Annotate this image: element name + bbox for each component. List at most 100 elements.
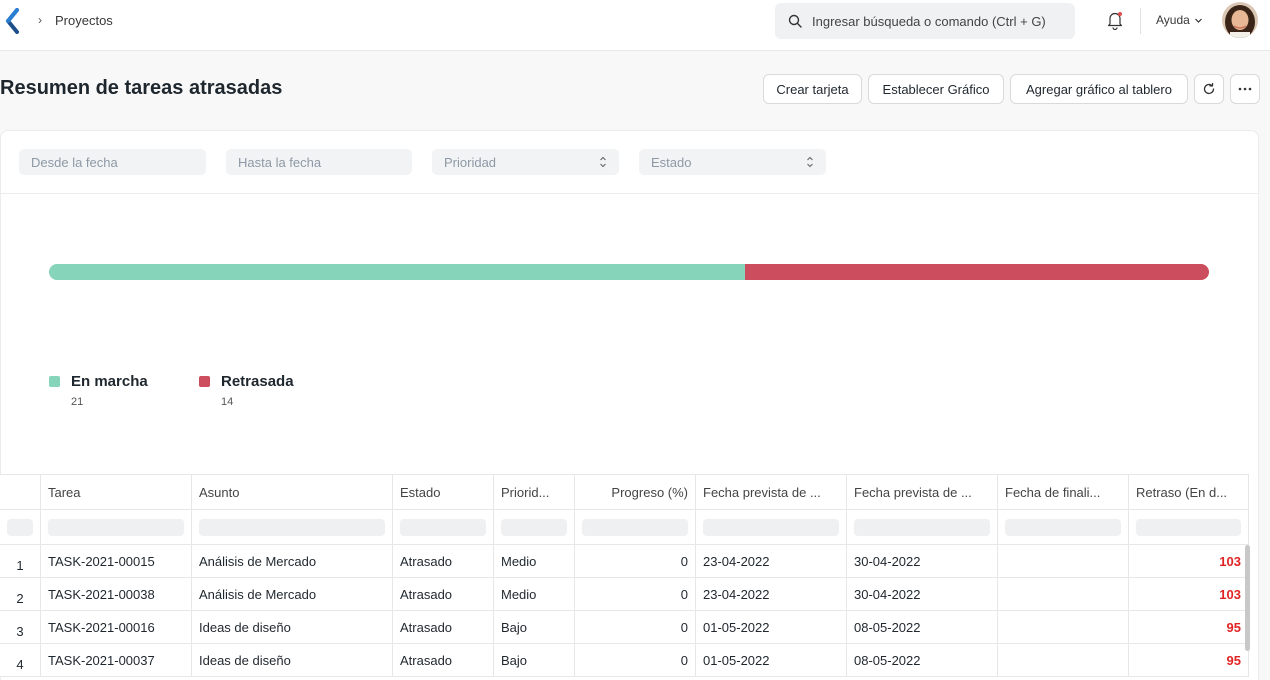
cell-subject[interactable]: Análisis de Mercado [192,545,393,577]
breadcrumb-proyectos[interactable]: Proyectos [55,13,113,28]
column-filter-input[interactable] [501,518,567,536]
column-header-completed-on[interactable]: Fecha de finali... [998,475,1129,509]
cell-priority[interactable]: Medio [494,545,575,577]
cell-priority[interactable]: Bajo [494,644,575,676]
cell-expected-start[interactable]: 01-05-2022 [696,611,847,643]
create-card-button[interactable]: Crear tarjeta [763,74,862,104]
filter-cell-row-index [0,510,41,544]
column-header-row-index [0,475,41,509]
to-date-filter[interactable]: Hasta la fecha [226,149,412,175]
cell-progress[interactable]: 0 [575,611,696,643]
cell-status[interactable]: Atrasado [393,578,494,610]
cell-status[interactable]: Atrasado [393,545,494,577]
cell-completed-on[interactable] [998,545,1129,577]
cell-expected-end[interactable]: 30-04-2022 [847,545,998,577]
cell-row-index[interactable]: 2 [0,578,41,610]
cell-priority[interactable]: Bajo [494,611,575,643]
cell-priority[interactable]: Medio [494,578,575,610]
column-header-task[interactable]: Tarea [41,475,192,509]
bar-segment-retrasada[interactable] [745,264,1209,280]
cell-task[interactable]: TASK-2021-00016 [41,611,192,643]
cell-task[interactable]: TASK-2021-00038 [41,578,192,610]
cell-delay[interactable]: 95 [1129,611,1249,643]
table-row: 4 TASK-2021-00037 Ideas de diseño Atrasado B… [0,644,1249,677]
page-title: Resumen de tareas atrasadas [0,77,283,99]
cell-completed-on[interactable] [998,611,1129,643]
cell-expected-start[interactable]: 01-05-2022 [696,644,847,676]
set-chart-button[interactable]: Establecer Gráfico [868,74,1004,104]
column-header-expected-end[interactable]: Fecha prevista de ... [847,475,998,509]
cell-delay[interactable]: 103 [1129,545,1249,577]
help-dropdown[interactable]: Ayuda [1156,13,1203,27]
column-header-expected-start[interactable]: Fecha prevista de ... [696,475,847,509]
more-options-button[interactable] [1230,74,1260,104]
cell-expected-start[interactable]: 23-04-2022 [696,578,847,610]
cell-delay[interactable]: 103 [1129,578,1249,610]
cell-status[interactable]: Atrasado [393,611,494,643]
cell-completed-on[interactable] [998,644,1129,676]
cell-progress[interactable]: 0 [575,578,696,610]
from-date-filter[interactable]: Desde la fecha [19,149,206,175]
column-filter-input[interactable] [1005,518,1121,536]
priority-filter[interactable]: Prioridad [432,149,619,175]
chevron-down-icon [1194,18,1202,24]
filter-cell-status [393,510,494,544]
navbar-divider [1140,8,1141,34]
column-filter-input[interactable] [703,518,839,536]
column-filter-input[interactable] [854,518,990,536]
filter-cell-subject [192,510,393,544]
legend-label: Retrasada [221,373,294,390]
table-filter-row [0,510,1249,545]
table-row: 1 TASK-2021-00015 Análisis de Mercado Atras… [0,545,1249,578]
cell-row-index[interactable]: 1 [0,545,41,577]
column-filter-input[interactable] [7,518,33,536]
bar-segment-en-marcha[interactable] [49,264,745,280]
table-scrollbar[interactable] [1245,545,1250,651]
column-header-progress[interactable]: Progreso (%) [575,475,696,509]
refresh-icon [1203,82,1215,95]
refresh-button[interactable] [1194,74,1224,104]
add-to-dashboard-button[interactable]: Agregar gráfico al tablero [1010,74,1188,104]
cell-row-index[interactable]: 4 [0,644,41,676]
table-row: 2 TASK-2021-00038 Análisis de Mercado Atras… [0,578,1249,611]
cell-row-index[interactable]: 3 [0,611,41,643]
cell-task[interactable]: TASK-2021-00037 [41,644,192,676]
column-filter-input[interactable] [48,518,184,536]
column-filter-input[interactable] [1136,518,1241,536]
filter-cell-expected-start [696,510,847,544]
cell-expected-end[interactable]: 08-05-2022 [847,644,998,676]
cell-subject[interactable]: Ideas de diseño [192,644,393,676]
table-row: 3 TASK-2021-00016 Ideas de diseño Atrasado B… [0,611,1249,644]
search-bar[interactable]: Ingresar búsqueda o comando (Ctrl + G) [775,3,1075,39]
column-filter-input[interactable] [582,518,688,536]
cell-expected-start[interactable]: 23-04-2022 [696,545,847,577]
cell-task[interactable]: TASK-2021-00015 [41,545,192,577]
filter-cell-priority [494,510,575,544]
user-avatar[interactable] [1222,2,1258,38]
search-input[interactable]: Ingresar búsqueda o comando (Ctrl + G) [812,14,1046,29]
cell-completed-on[interactable] [998,578,1129,610]
cell-expected-end[interactable]: 08-05-2022 [847,611,998,643]
cell-subject[interactable]: Ideas de diseño [192,611,393,643]
chevron-right-icon: › [38,13,42,27]
cell-progress[interactable]: 0 [575,545,696,577]
column-header-subject[interactable]: Asunto [192,475,393,509]
column-header-priority[interactable]: Priorid... [494,475,575,509]
notification-bell-icon[interactable] [1106,10,1124,30]
status-filter[interactable]: Estado [639,149,826,175]
filter-cell-completed-on [998,510,1129,544]
cell-progress[interactable]: 0 [575,644,696,676]
column-header-status[interactable]: Estado [393,475,494,509]
cell-delay[interactable]: 95 [1129,644,1249,676]
column-filter-input[interactable] [400,518,486,536]
filter-cell-progress [575,510,696,544]
filter-cell-task [41,510,192,544]
app-logo-icon[interactable] [4,8,20,34]
cell-status[interactable]: Atrasado [393,644,494,676]
column-header-delay[interactable]: Retraso (En d... [1129,475,1249,509]
cell-expected-end[interactable]: 30-04-2022 [847,578,998,610]
percentage-bar-chart [49,264,1209,280]
cell-subject[interactable]: Análisis de Mercado [192,578,393,610]
legend-label: En marcha [71,373,148,390]
column-filter-input[interactable] [199,518,385,536]
